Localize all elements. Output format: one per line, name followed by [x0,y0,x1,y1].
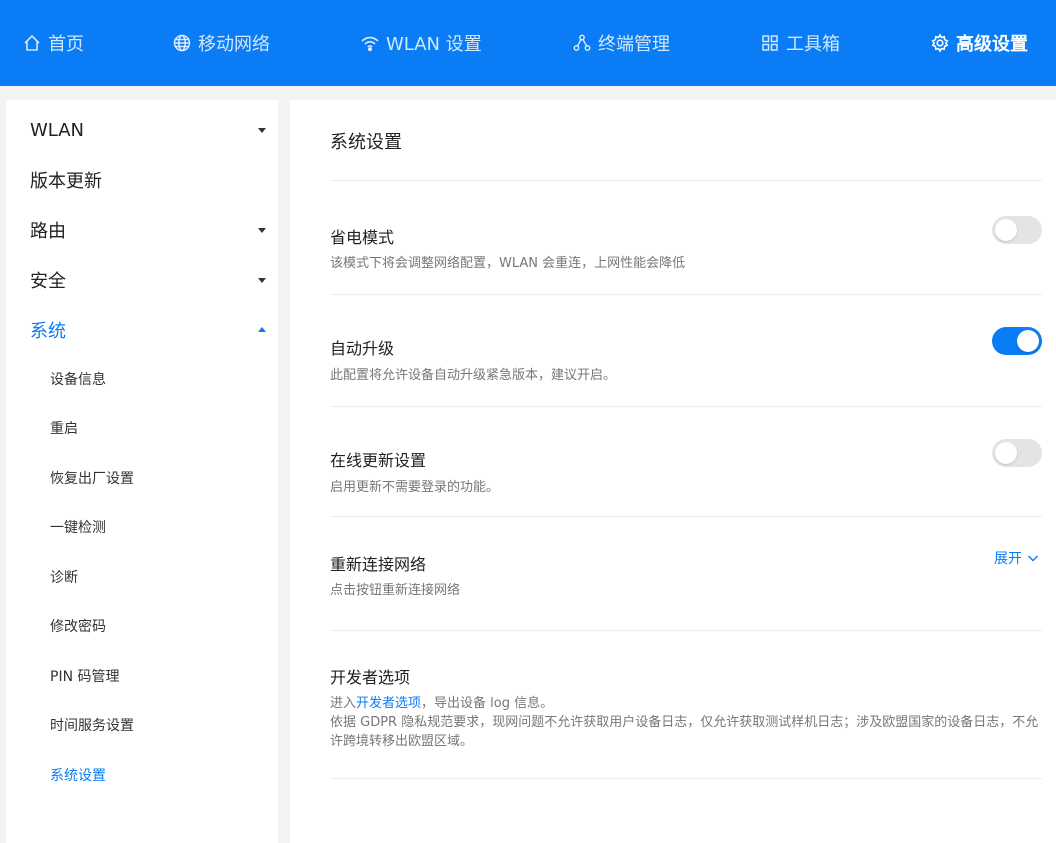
globe-icon [173,34,191,52]
sidebar-subitem-label: 恢复出厂设置 [50,471,134,487]
reconnect-desc: 点击按钮重新连接网络 [330,583,461,598]
gdpr-note: 依据 GDPR 隐私规范要求，现网问题不允许获取用户设备日志，仅允许获取测试样机… [330,715,1039,749]
wifi-icon [361,36,379,52]
nav-device-management[interactable]: 终端管理 [572,0,670,86]
home-icon [24,34,40,51]
chevron-down-icon [1028,555,1038,562]
auto-upgrade-toggle[interactable] [992,327,1042,355]
online-update-title: 在线更新设置 [330,451,427,470]
sidebar-item-label: 系统 [30,321,66,342]
developer-desc-suffix: ，导出设备 log 信息。 [421,696,554,711]
toggle-knob [1017,330,1039,352]
caret-down-icon [258,228,266,233]
auto-upgrade-title: 自动升级 [330,339,395,358]
nav-wlan-settings[interactable]: WLAN 设置 [360,0,482,86]
online-update-toggle[interactable] [992,439,1042,467]
sidebar-item-routing[interactable]: 路由 [30,210,266,250]
sidebar-item-version-update[interactable]: 版本更新 [30,160,266,200]
sidebar-subitem-system-settings[interactable]: 系统设置 [50,757,250,793]
sidebar-subitem-device-info[interactable]: 设备信息 [50,361,250,397]
nav-mobile-network[interactable]: 移动网络 [172,0,270,86]
sidebar-subitem-pin-management[interactable]: PIN 码管理 [50,658,250,694]
divider [330,180,1042,181]
sidebar: WLAN 版本更新 路由 安全 系统 设备信息 重启 恢复出厂设置 一键检测 诊… [6,100,278,843]
reconnect-expand-button[interactable]: 展开 [994,548,1040,568]
sidebar-item-label: 安全 [30,271,66,292]
auto-upgrade-desc: 此配置将允许设备自动升级紧急版本，建议开启。 [330,368,617,383]
power-save-desc: 该模式下将会调整网络配置，WLAN 会重连，上网性能会降低 [330,256,686,271]
toggle-knob [995,442,1017,464]
sidebar-subitem-factory-reset[interactable]: 恢复出厂设置 [50,460,250,496]
sidebar-item-system[interactable]: 系统 [30,310,266,350]
toolbox-icon [762,35,778,51]
sidebar-item-security[interactable]: 安全 [30,260,266,300]
nav-device-management-label: 终端管理 [598,34,670,55]
caret-up-icon [258,327,266,332]
nav-advanced-settings-label: 高级设置 [956,34,1028,55]
top-nav: 首页 移动网络 WLAN 设置 终端管理 工具箱 高级设置 [0,0,1056,86]
nav-toolbox-label: 工具箱 [786,34,840,55]
sidebar-subitem-one-click-check[interactable]: 一键检测 [50,509,250,545]
developer-options-title: 开发者选项 [330,668,411,687]
developer-options-link[interactable]: 开发者选项 [356,696,421,711]
page-title: 系统设置 [330,132,402,153]
sidebar-item-label: WLAN [30,119,85,141]
toggle-knob [995,219,1017,241]
sidebar-subitem-label: 设备信息 [50,372,106,388]
reconnect-title: 重新连接网络 [330,555,427,574]
developer-options-desc: 进入开发者选项，导出设备 log 信息。 [330,694,1042,713]
caret-down-icon [258,128,266,133]
main-panel: 系统设置 省电模式 该模式下将会调整网络配置，WLAN 会重连，上网性能会降低 … [290,100,1056,843]
sidebar-subitem-label: 一键检测 [50,520,106,536]
sidebar-subitem-change-password[interactable]: 修改密码 [50,608,250,644]
power-save-title: 省电模式 [330,228,395,247]
divider [330,630,1042,631]
sidebar-item-label: 路由 [30,221,66,242]
devices-icon [573,34,591,51]
nav-home[interactable]: 首页 [22,0,84,86]
nav-home-label: 首页 [48,34,84,55]
sidebar-subitem-reboot[interactable]: 重启 [50,410,250,446]
gear-icon [931,33,949,53]
divider [330,406,1042,407]
developer-desc-prefix: 进入 [330,696,357,711]
divider [330,778,1042,779]
sidebar-item-wlan[interactable]: WLAN [30,110,266,150]
sidebar-subitem-label: 重启 [50,421,78,437]
caret-down-icon [258,278,266,283]
divider [330,516,1042,517]
sidebar-subitem-time-service[interactable]: 时间服务设置 [50,707,250,743]
sidebar-subitem-label: 修改密码 [50,619,106,635]
sidebar-subitem-diagnosis[interactable]: 诊断 [50,559,250,595]
sidebar-subitem-label: 诊断 [50,570,78,586]
divider [330,294,1042,295]
nav-advanced-settings[interactable]: 高级设置 [930,0,1028,86]
sidebar-subitem-label: PIN 码管理 [50,669,120,685]
online-update-desc: 启用更新不需要登录的功能。 [330,480,500,495]
sidebar-subitem-label: 系统设置 [50,768,106,784]
sidebar-subitem-label: 时间服务设置 [50,718,134,734]
power-save-toggle[interactable] [992,216,1042,244]
sidebar-item-label: 版本更新 [30,171,102,192]
expand-label: 展开 [994,551,1022,567]
nav-mobile-network-label: 移动网络 [198,34,270,55]
nav-toolbox[interactable]: 工具箱 [760,0,840,86]
nav-wlan-settings-label: WLAN 设置 [386,34,482,55]
